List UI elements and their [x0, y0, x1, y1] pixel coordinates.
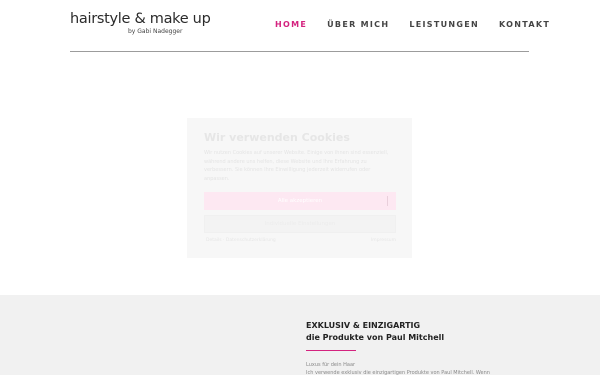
- logo-subtitle: by Gabi Nadegger: [128, 28, 183, 35]
- feature-heading-line2: die Produkte von Paul Mitchell: [306, 333, 445, 342]
- cookie-consent-dialog: Wir verwenden Cookies Wir nutzen Cookies…: [187, 118, 412, 258]
- cookie-description: Wir nutzen Cookies auf unserer Website. …: [204, 150, 389, 182]
- nav-item-kontakt[interactable]: KONTAKT: [499, 20, 550, 29]
- accept-all-label: Alle akzeptieren: [277, 198, 323, 204]
- site-logo[interactable]: hairstyle & make up by Gabi Nadegger: [70, 11, 211, 35]
- main-nav: HOME ÜBER MICH LEISTUNGEN KONTAKT: [275, 20, 550, 29]
- cookie-details-link[interactable]: Details · Datenschutzerklärung: [206, 238, 276, 243]
- feature-section: EXKLUSIV & EINZIGARTIG die Produkte von …: [0, 295, 600, 376]
- feature-accent-rule: [306, 350, 356, 351]
- individual-settings-label: Individuelle Einstellungen: [264, 221, 336, 227]
- feature-heading-line1: EXKLUSIV & EINZIGARTIG: [306, 321, 421, 330]
- accept-all-button[interactable]: Alle akzeptieren: [204, 192, 396, 210]
- feature-heading: EXKLUSIV & EINZIGARTIG die Produkte von …: [306, 320, 444, 344]
- header-divider: [70, 51, 529, 52]
- logo-title: hairstyle & make up: [70, 11, 211, 27]
- nav-item-ueber-mich[interactable]: ÜBER MICH: [327, 20, 389, 29]
- individual-settings-button[interactable]: Individuelle Einstellungen: [204, 215, 396, 233]
- feature-text: Ich verwende exklusiv die einzigartigen …: [306, 370, 490, 376]
- imprint-link[interactable]: Impressum: [371, 238, 396, 243]
- accept-button-edge: [387, 196, 388, 206]
- cookie-title: Wir verwenden Cookies: [204, 131, 350, 144]
- site-header: hairstyle & make up by Gabi Nadegger HOM…: [0, 0, 600, 60]
- feature-kicker: Luxus für dein Haar: [306, 362, 356, 368]
- nav-item-home[interactable]: HOME: [275, 20, 307, 29]
- nav-item-leistungen[interactable]: LEISTUNGEN: [409, 20, 479, 29]
